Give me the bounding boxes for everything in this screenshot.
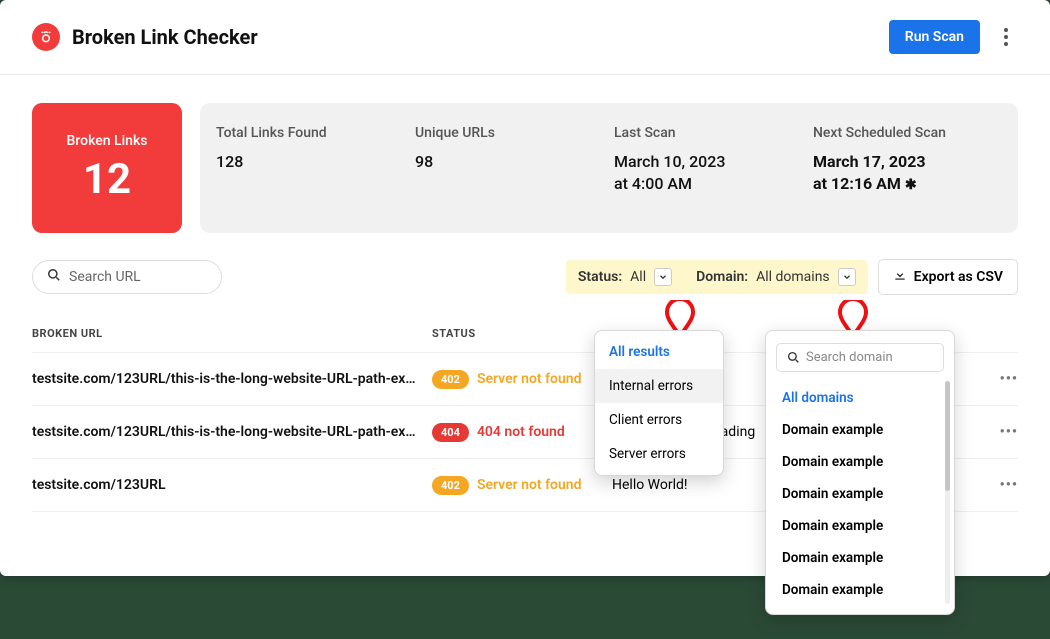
status-dropdown: All resultsInternal errorsClient errorsS…: [594, 330, 724, 476]
domain-filter-value: All domains: [756, 269, 830, 285]
status-dropdown-item[interactable]: Client errors: [595, 403, 723, 437]
page-title: Broken Link Checker: [72, 25, 889, 49]
status-dropdown-item[interactable]: Server errors: [595, 437, 723, 471]
broken-links-card: Broken Links 12: [32, 103, 182, 233]
domain-filter-label: Domain:: [696, 269, 748, 285]
status-text: 404 not found: [477, 424, 565, 440]
status-code-badge: 404: [432, 423, 469, 442]
domain-dropdown-item[interactable]: All domains: [776, 382, 944, 414]
stat-last-scan: Last Scan March 10, 2023 at 4:00 AM: [614, 125, 803, 196]
stat-unique: Unique URLs 98: [415, 125, 604, 173]
stat-next-scan: Next Scheduled Scan March 17, 2023 at 12…: [813, 125, 1002, 196]
col-header-status: STATUS: [432, 327, 612, 340]
next-scan-value: March 17, 2023 at 12:16 AM✱: [813, 151, 1002, 196]
app-logo-icon: [32, 23, 60, 51]
gear-icon[interactable]: ✱: [905, 176, 917, 196]
search-input[interactable]: Search URL: [32, 260, 222, 294]
status-text: Server not found: [477, 477, 582, 493]
status-filter-value: All: [630, 269, 646, 285]
domain-dropdown-item[interactable]: Domain example: [776, 478, 944, 510]
broken-links-label: Broken Links: [67, 133, 148, 149]
row-actions-button[interactable]: •••: [1000, 371, 1018, 387]
domain-dropdown-item[interactable]: Domain example: [776, 510, 944, 542]
status-cell: 402 Server not found: [432, 477, 612, 493]
broken-url-cell[interactable]: testsite.com/123URL/this-is-the-long-web…: [32, 424, 432, 440]
status-text: Server not found: [477, 371, 582, 387]
broken-links-value: 12: [83, 155, 131, 204]
status-filter-label: Status:: [578, 269, 622, 285]
domain-dropdown: Search domain All domainsDomain exampleD…: [765, 330, 955, 615]
domain-dropdown-item[interactable]: Domain example: [776, 574, 944, 606]
domain-dropdown-item[interactable]: Domain example: [776, 446, 944, 478]
broken-url-cell[interactable]: testsite.com/123URL/this-is-the-long-web…: [32, 371, 432, 387]
row-actions-button[interactable]: •••: [1000, 477, 1018, 493]
domain-search-input[interactable]: Search domain: [776, 343, 944, 372]
app-window: Broken Link Checker Run Scan Broken Link…: [0, 0, 1050, 576]
domain-filter-dropdown-toggle[interactable]: [838, 268, 856, 286]
status-cell: 402 Server not found: [432, 371, 612, 387]
row-actions-button[interactable]: •••: [1000, 424, 1018, 440]
domain-dropdown-item[interactable]: Domain example: [776, 414, 944, 446]
stat-total: Total Links Found 128: [216, 125, 405, 173]
export-csv-button[interactable]: Export as CSV: [878, 259, 1018, 295]
filter-bar: Status: All Domain: All domains: [566, 260, 868, 294]
domain-dropdown-item[interactable]: Domain example: [776, 542, 944, 574]
status-cell: 404 404 not found: [432, 424, 612, 440]
stat-strip: Total Links Found 128 Unique URLs 98 Las…: [200, 103, 1018, 233]
last-scan-value: March 10, 2023 at 4:00 AM: [614, 151, 803, 196]
broken-url-cell[interactable]: testsite.com/123URL: [32, 477, 432, 493]
status-code-badge: 402: [432, 476, 469, 495]
col-header-url: BROKEN URL: [32, 327, 432, 340]
search-icon: [47, 268, 61, 286]
domain-dropdown-scrollbar[interactable]: [945, 381, 950, 604]
more-menu-button[interactable]: [994, 25, 1018, 49]
run-scan-button[interactable]: Run Scan: [889, 20, 980, 54]
status-code-badge: 402: [432, 370, 469, 389]
status-dropdown-item[interactable]: Internal errors: [595, 369, 723, 403]
status-dropdown-item[interactable]: All results: [595, 335, 723, 369]
toolbar: Search URL Status: All Domain: All domai…: [0, 251, 1050, 309]
stats-row: Broken Links 12 Total Links Found 128 Un…: [0, 75, 1050, 251]
header: Broken Link Checker Run Scan: [0, 0, 1050, 75]
status-filter-dropdown-toggle[interactable]: [654, 268, 672, 286]
download-icon: [893, 268, 907, 286]
search-placeholder: Search URL: [69, 269, 141, 285]
